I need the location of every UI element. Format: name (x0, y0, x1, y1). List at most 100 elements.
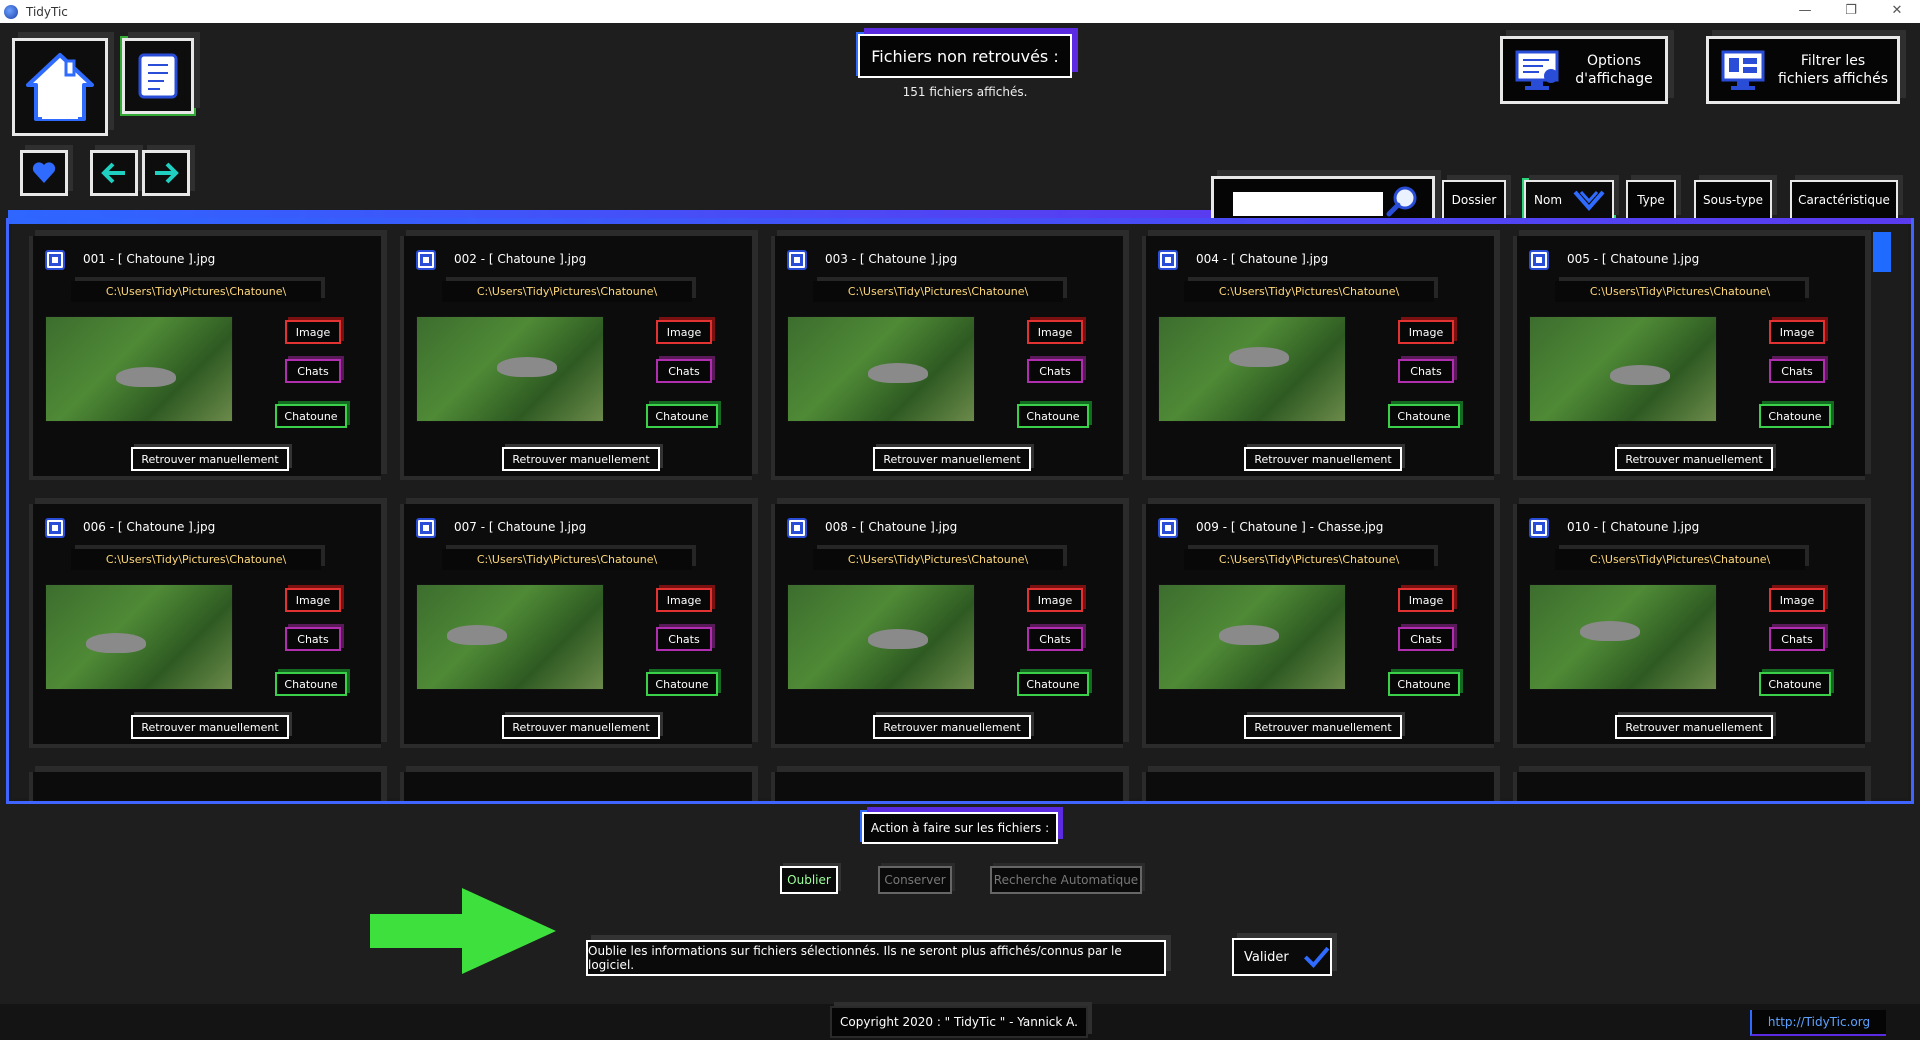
find-manually-button[interactable]: Retrouver manuellement (1615, 447, 1773, 471)
home-button[interactable] (12, 38, 108, 136)
forward-button[interactable] (142, 150, 190, 196)
tag-type[interactable]: Image (1027, 588, 1083, 612)
select-checkbox[interactable] (787, 250, 807, 270)
find-manually-button[interactable]: Retrouver manuellement (502, 715, 660, 739)
tag-characteristic[interactable]: Chatoune (1388, 404, 1460, 428)
find-manually-button[interactable]: Retrouver manuellement (1244, 447, 1402, 471)
find-manually-button[interactable]: Retrouver manuellement (1244, 715, 1402, 739)
file-thumbnail[interactable] (1158, 316, 1346, 422)
close-button[interactable]: ✕ (1874, 0, 1920, 23)
oublier-button[interactable]: Oublier (780, 866, 838, 894)
search-icon[interactable] (1386, 184, 1420, 218)
file-thumbnail[interactable] (45, 584, 233, 690)
file-thumbnail[interactable] (416, 316, 604, 422)
file-thumbnail[interactable] (787, 584, 975, 690)
select-checkbox[interactable] (1158, 250, 1178, 270)
tag-subtype[interactable]: Chats (285, 627, 341, 651)
tag-characteristic[interactable]: Chatoune (1388, 672, 1460, 696)
tag-subtype[interactable]: Chats (1027, 359, 1083, 383)
tag-characteristic[interactable]: Chatoune (275, 672, 347, 696)
scrollbar-thumb[interactable] (1873, 232, 1891, 272)
search-input[interactable] (1233, 192, 1383, 216)
tag-characteristic[interactable]: Chatoune (1017, 404, 1089, 428)
file-card[interactable] (1142, 772, 1494, 801)
file-card[interactable]: 003 - [ Chatoune ].jpg C:\Users\Tidy\Pict… (771, 236, 1123, 480)
file-thumbnail[interactable] (787, 316, 975, 422)
file-thumbnail[interactable] (1529, 316, 1717, 422)
file-card[interactable]: 002 - [ Chatoune ].jpg C:\Users\Tidy\Pict… (400, 236, 752, 480)
tag-type[interactable]: Image (656, 588, 712, 612)
tag-characteristic[interactable]: Chatoune (646, 404, 718, 428)
file-card[interactable]: 007 - [ Chatoune ].jpg C:\Users\Tidy\Pict… (400, 504, 752, 748)
file-card[interactable]: 006 - [ Chatoune ].jpg C:\Users\Tidy\Pict… (29, 504, 381, 748)
file-thumbnail[interactable] (416, 584, 604, 690)
tag-type[interactable]: Image (285, 588, 341, 612)
file-grid[interactable]: 001 - [ Chatoune ].jpg C:\Users\Tidy\Pict… (6, 218, 1914, 804)
favorites-button[interactable] (20, 150, 68, 196)
tag-type[interactable]: Image (1398, 588, 1454, 612)
recherche-auto-button[interactable]: Recherche Automatique (990, 866, 1142, 894)
file-thumbnail[interactable] (1529, 584, 1717, 690)
tag-subtype[interactable]: Chats (1769, 359, 1825, 383)
tag-characteristic[interactable]: Chatoune (646, 672, 718, 696)
document-button[interactable] (122, 38, 194, 114)
file-path: C:\Users\Tidy\Pictures\Chatoune\ (1184, 281, 1434, 302)
find-manually-button[interactable]: Retrouver manuellement (502, 447, 660, 471)
sort-dossier-button[interactable]: Dossier (1442, 180, 1506, 220)
sort-type-button[interactable]: Type (1626, 180, 1676, 220)
minimize-button[interactable]: — (1782, 0, 1828, 23)
tag-subtype[interactable]: Chats (656, 359, 712, 383)
find-manually-button[interactable]: Retrouver manuellement (873, 447, 1031, 471)
select-checkbox[interactable] (1529, 518, 1549, 538)
tag-type[interactable]: Image (1398, 320, 1454, 344)
file-thumbnail[interactable] (45, 316, 233, 422)
tag-subtype[interactable]: Chats (1769, 627, 1825, 651)
tag-subtype[interactable]: Chats (1398, 359, 1454, 383)
find-manually-button[interactable]: Retrouver manuellement (1615, 715, 1773, 739)
conserver-button[interactable]: Conserver (878, 866, 952, 894)
file-card[interactable]: 010 - [ Chatoune ].jpg C:\Users\Tidy\Pict… (1513, 504, 1865, 748)
find-manually-button[interactable]: Retrouver manuellement (873, 715, 1031, 739)
tag-characteristic[interactable]: Chatoune (1759, 404, 1831, 428)
sort-subtype-button[interactable]: Sous-type (1694, 180, 1772, 220)
tag-type[interactable]: Image (1027, 320, 1083, 344)
filter-files-button[interactable]: Filtrer les fichiers affichés (1706, 36, 1900, 104)
select-checkbox[interactable] (45, 518, 65, 538)
tag-characteristic[interactable]: Chatoune (1017, 672, 1089, 696)
select-checkbox[interactable] (45, 250, 65, 270)
select-checkbox[interactable] (1158, 518, 1178, 538)
file-card[interactable]: 008 - [ Chatoune ].jpg C:\Users\Tidy\Pict… (771, 504, 1123, 748)
file-thumbnail[interactable] (1158, 584, 1346, 690)
tag-type[interactable]: Image (285, 320, 341, 344)
display-options-button[interactable]: Options d'affichage (1500, 36, 1668, 104)
maximize-button[interactable]: ❐ (1828, 0, 1874, 23)
tag-subtype[interactable]: Chats (1027, 627, 1083, 651)
file-card[interactable]: 001 - [ Chatoune ].jpg C:\Users\Tidy\Pict… (29, 236, 381, 480)
tag-type[interactable]: Image (1769, 320, 1825, 344)
tag-subtype[interactable]: Chats (1398, 627, 1454, 651)
select-checkbox[interactable] (416, 250, 436, 270)
file-card[interactable] (400, 772, 752, 801)
sort-nom-button[interactable]: Nom (1524, 180, 1614, 220)
file-card[interactable] (29, 772, 381, 801)
select-checkbox[interactable] (787, 518, 807, 538)
find-manually-button[interactable]: Retrouver manuellement (131, 447, 289, 471)
tag-type[interactable]: Image (656, 320, 712, 344)
tag-characteristic[interactable]: Chatoune (1759, 672, 1831, 696)
valider-button[interactable]: Valider (1232, 938, 1332, 976)
tag-subtype[interactable]: Chats (285, 359, 341, 383)
sort-characteristic-button[interactable]: Caractéristique (1790, 180, 1898, 220)
tag-subtype[interactable]: Chats (656, 627, 712, 651)
find-manually-button[interactable]: Retrouver manuellement (131, 715, 289, 739)
select-checkbox[interactable] (1529, 250, 1549, 270)
website-link[interactable]: http://TidyTic.org (1750, 1010, 1886, 1036)
file-card[interactable]: 005 - [ Chatoune ].jpg C:\Users\Tidy\Pict… (1513, 236, 1865, 480)
file-card[interactable]: 009 - [ Chatoune ] - Chasse.jpg C:\Users\… (1142, 504, 1494, 748)
tag-type[interactable]: Image (1769, 588, 1825, 612)
back-button[interactable] (90, 150, 138, 196)
file-card[interactable]: 004 - [ Chatoune ].jpg C:\Users\Tidy\Pict… (1142, 236, 1494, 480)
tag-characteristic[interactable]: Chatoune (275, 404, 347, 428)
file-card[interactable] (771, 772, 1123, 801)
select-checkbox[interactable] (416, 518, 436, 538)
file-card[interactable] (1513, 772, 1865, 801)
